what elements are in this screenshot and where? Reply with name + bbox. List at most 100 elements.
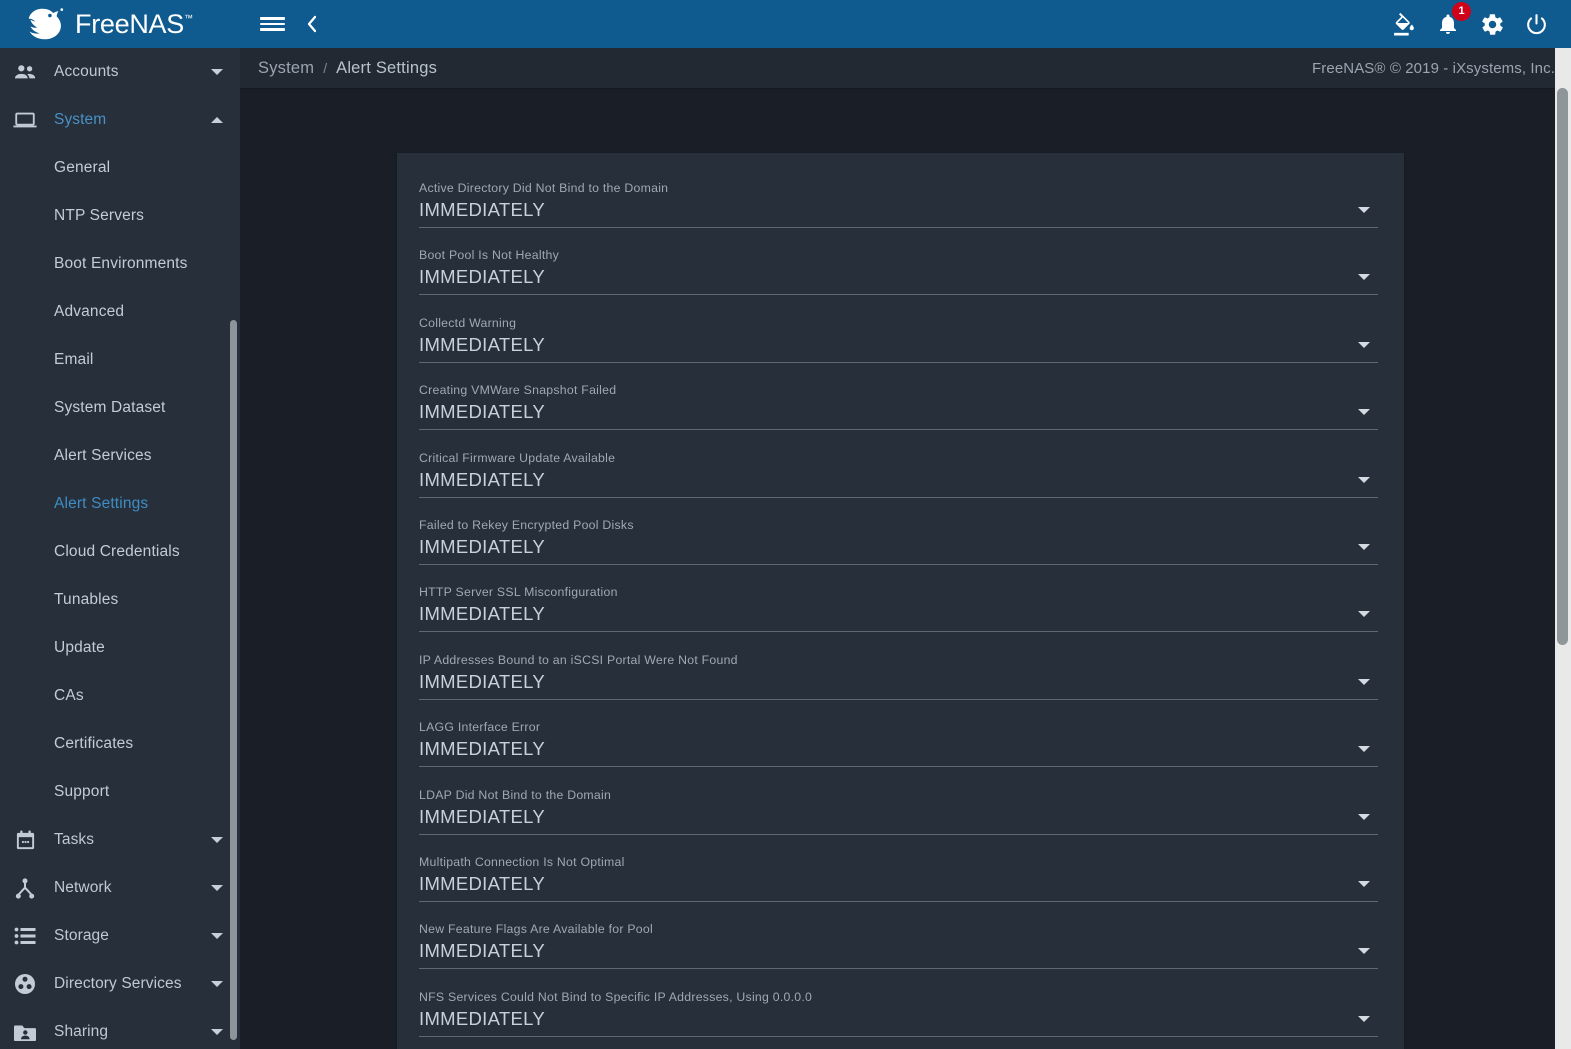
chevron-down-icon	[1358, 678, 1370, 685]
alert-frequency-select[interactable]: IMMEDIATELY	[419, 199, 1378, 228]
alert-frequency-value: IMMEDIATELY	[419, 1007, 545, 1029]
alert-setting-row: LAGG Interface Error IMMEDIATELY	[419, 714, 1378, 768]
chevron-down-icon	[1358, 813, 1370, 820]
people-icon	[10, 60, 40, 84]
sidebar-item-label: Network	[54, 879, 112, 896]
alert-frequency-select[interactable]: IMMEDIATELY	[419, 873, 1378, 902]
chevron-down-icon	[1358, 274, 1370, 281]
sidebar-subitem-label: Certificates	[54, 735, 134, 752]
alert-frequency-select[interactable]: IMMEDIATELY	[419, 738, 1378, 768]
sidebar-subitem-label: Alert Settings	[54, 495, 149, 512]
calendar-icon	[10, 828, 40, 852]
alert-setting-row: New Feature Flags Are Available for Pool…	[419, 916, 1378, 970]
alert-setting-label: Creating VMWare Snapshot Failed	[419, 383, 617, 398]
alert-setting-label: Boot Pool Is Not Healthy	[419, 248, 559, 263]
alert-frequency-select[interactable]: IMMEDIATELY	[419, 536, 1378, 565]
page-scrollbar-track[interactable]	[1555, 48, 1571, 1049]
sidebar-item-alert-settings[interactable]: Alert Settings	[0, 480, 240, 528]
sidebar-item-ntp-servers[interactable]: NTP Servers	[0, 192, 240, 240]
alert-frequency-select[interactable]: IMMEDIATELY	[419, 940, 1378, 970]
breadcrumb-separator: /	[323, 60, 328, 76]
sidebar-item-storage[interactable]: Storage	[0, 912, 240, 960]
alert-setting-row: IP Addresses Bound to an iSCSI Portal We…	[419, 647, 1378, 700]
topbar-actions: 1	[1389, 2, 1571, 39]
breadcrumb-parent[interactable]: System	[258, 59, 314, 78]
sidebar-item-accounts[interactable]: Accounts	[0, 48, 240, 96]
sidebar-subitem-label: Advanced	[54, 303, 125, 320]
alert-frequency-select[interactable]: IMMEDIATELY	[419, 334, 1378, 363]
alert-frequency-value: IMMEDIATELY	[419, 940, 545, 962]
hamburger-menu-icon[interactable]	[250, 0, 294, 48]
sidebar-item-update[interactable]: Update	[0, 624, 240, 672]
alert-setting-row: Critical Firmware Update Available IMMEDI…	[419, 445, 1378, 498]
page-scrollbar-thumb[interactable]	[1557, 88, 1568, 645]
freenas-logo-icon	[22, 7, 66, 41]
alert-frequency-select[interactable]: IMMEDIATELY	[419, 671, 1378, 700]
alert-setting-row: Collectd Warning IMMEDIATELY	[419, 310, 1378, 363]
alert-frequency-select[interactable]: IMMEDIATELY	[419, 603, 1378, 633]
format-color-fill-icon[interactable]	[1389, 9, 1419, 39]
alert-setting-label: Critical Firmware Update Available	[419, 450, 616, 465]
alert-setting-label: Collectd Warning	[419, 315, 517, 330]
alert-frequency-select[interactable]: IMMEDIATELY	[419, 469, 1378, 498]
sidebar-item-system[interactable]: System	[0, 96, 240, 144]
copyright-notice: FreeNAS® © 2019 - iXsystems, Inc.	[1312, 59, 1555, 77]
power-icon[interactable]	[1521, 9, 1551, 39]
alert-frequency-select[interactable]: IMMEDIATELY	[419, 401, 1378, 431]
alert-setting-label: LDAP Did Not Bind to the Domain	[419, 787, 612, 802]
sidebar-item-sharing[interactable]: Sharing	[0, 1008, 240, 1049]
alert-setting-row: HTTP Server SSL Misconfiguration IMMEDIAT…	[419, 579, 1378, 633]
sidebar-subitem-label: Update	[54, 639, 105, 656]
bell-icon[interactable]: 1	[1433, 2, 1471, 39]
sidebar-item-label: Storage	[54, 927, 109, 944]
sidebar-subitem-label: Alert Services	[54, 447, 152, 464]
sidebar-item-tasks[interactable]: Tasks	[0, 816, 240, 864]
sidebar-item-alert-services[interactable]: Alert Services	[0, 432, 240, 480]
sidebar-scrollbar-thumb[interactable]	[230, 320, 237, 1040]
alert-setting-row: Creating VMWare Snapshot Failed IMMEDIATE…	[419, 377, 1378, 431]
sidebar-item-system-dataset[interactable]: System Dataset	[0, 384, 240, 432]
chevron-down-icon	[1358, 746, 1370, 753]
alert-setting-row: Multipath Connection Is Not Optimal IMMED…	[419, 849, 1378, 902]
sidebar-item-boot-environments[interactable]: Boot Environments	[0, 240, 240, 288]
alert-frequency-value: IMMEDIATELY	[419, 266, 545, 288]
sidebar-item-advanced[interactable]: Advanced	[0, 288, 240, 336]
brand-logo[interactable]: FreeNAS™	[0, 0, 240, 48]
sidebar-item-cas[interactable]: CAs	[0, 672, 240, 720]
sidebar-item-network[interactable]: Network	[0, 864, 240, 912]
sidebar-item-cloud-credentials[interactable]: Cloud Credentials	[0, 528, 240, 576]
chevron-down-icon	[1358, 948, 1370, 955]
sidebar-subitem-label: Support	[54, 783, 110, 800]
chevron-down-icon	[211, 69, 223, 75]
chevron-down-icon	[1358, 476, 1370, 483]
chevron-down-icon	[211, 885, 223, 891]
chevron-down-icon	[1358, 341, 1370, 348]
alert-frequency-value: IMMEDIATELY	[419, 805, 545, 827]
gear-icon[interactable]	[1477, 9, 1507, 39]
alert-frequency-value: IMMEDIATELY	[419, 468, 545, 490]
chevron-up-icon	[211, 117, 223, 123]
sidebar-item-tunables[interactable]: Tunables	[0, 576, 240, 624]
alert-frequency-select[interactable]: IMMEDIATELY	[419, 266, 1378, 296]
chevron-down-icon	[211, 837, 223, 843]
sidebar-item-general[interactable]: General	[0, 144, 240, 192]
alert-frequency-value: IMMEDIATELY	[419, 738, 545, 760]
sidebar-item-certificates[interactable]: Certificates	[0, 720, 240, 768]
alert-frequency-select[interactable]: IMMEDIATELY	[419, 806, 1378, 835]
alert-frequency-value: IMMEDIATELY	[419, 333, 545, 355]
brand-name: FreeNAS™	[75, 8, 193, 39]
sidebar-item-support[interactable]: Support	[0, 768, 240, 816]
content-scroll-viewport: Active Directory Did Not Bind to the Dom…	[240, 90, 1571, 1049]
alert-setting-label: HTTP Server SSL Misconfiguration	[419, 585, 618, 600]
alert-frequency-value: IMMEDIATELY	[419, 199, 545, 220]
sidebar-item-label: Sharing	[54, 1023, 109, 1040]
alert-setting-row: NFS Services Could Not Bind to Specific …	[419, 984, 1378, 1037]
alert-frequency-select[interactable]: IMMEDIATELY	[419, 1008, 1378, 1037]
sidebar-item-email[interactable]: Email	[0, 336, 240, 384]
alert-frequency-value: IMMEDIATELY	[419, 872, 545, 894]
chevron-left-icon[interactable]	[290, 0, 334, 48]
sidebar-scroll-container: Accounts System General NTP Servers Boot…	[0, 48, 240, 1049]
sidebar-item-label: System	[54, 111, 107, 128]
sidebar-item-directory-services[interactable]: Directory Services	[0, 960, 240, 1008]
sidebar-item-label: Tasks	[54, 831, 95, 848]
